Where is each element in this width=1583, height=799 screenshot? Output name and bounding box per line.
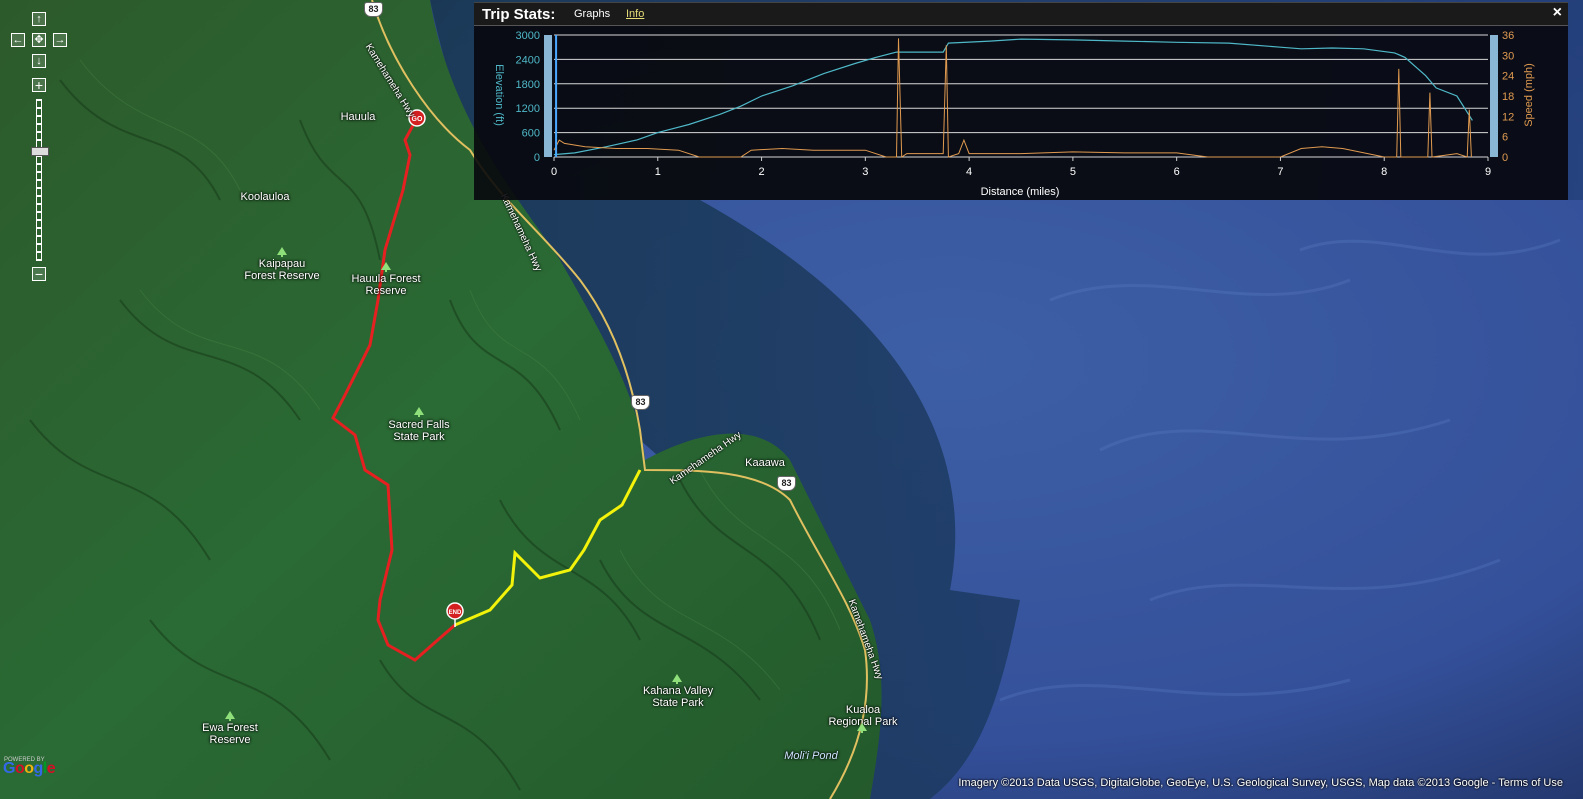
label-kahana-valley-state-park: Kahana Valley State Park — [642, 685, 714, 709]
zoom-slider-track[interactable] — [36, 99, 42, 261]
label-ewa-forest-reserve: Ewa Forest Reserve — [202, 722, 258, 746]
x-tick-label: 0 — [551, 166, 557, 178]
x-tick-label: 7 — [1277, 166, 1283, 178]
close-button[interactable]: × — [1553, 4, 1562, 22]
zoom-in-button[interactable]: + — [32, 78, 46, 92]
y-left-tick-label: 3000 — [516, 30, 540, 42]
chart-axes: 060012001800240030000612182430360 1 2 3 4 5 6 7… — [516, 30, 1515, 178]
label-koolauloa: Koolauloa — [240, 191, 290, 203]
label-kaipapau-forest-reserve: Kaipapau Forest Reserve — [244, 258, 320, 282]
chart-series — [553, 35, 1473, 158]
imagery-credit: Imagery ©2013 — [958, 777, 1034, 789]
pan-left-button[interactable]: ← — [11, 33, 25, 47]
route-83-shield: 83 — [777, 476, 796, 491]
label-hauula-forest-reserve: Hauula Forest Reserve — [351, 273, 421, 297]
trip-stats-panel: Trip Stats: Graphs Info × 0 600 1200 1800 24… — [474, 2, 1568, 200]
x-tick-label: 4 — [966, 166, 972, 178]
y-right-tick-label: 24 — [1502, 71, 1514, 83]
park-tree-icon — [672, 674, 682, 684]
tab-info[interactable]: Info — [626, 8, 644, 20]
map-attribution: Imagery ©2013 Data USGS, DigitalGlobe, G… — [958, 777, 1563, 789]
y-left-tick-label: 2400 — [516, 54, 540, 66]
elevation-series-line — [553, 38, 1473, 156]
x-tick-label: 5 — [1070, 166, 1076, 178]
elevation-speed-chart[interactable]: 060012001800240030000612182430360 1 2 3 4 5 6 7… — [474, 25, 1568, 200]
y-axis-right-label: Speed (mph) — [1523, 63, 1535, 127]
park-tree-icon — [857, 723, 867, 733]
right-axis-bar — [1490, 35, 1498, 157]
route-83-shield: 83 — [364, 2, 383, 17]
pan-up-button[interactable]: ↑ — [32, 12, 46, 26]
google-credit: Google — [1453, 777, 1489, 789]
zoom-out-button[interactable]: − — [32, 267, 46, 281]
terms-of-use-link[interactable]: Terms of Use — [1498, 777, 1563, 789]
x-tick-label: 3 — [862, 166, 868, 178]
y-right-tick-label: 0 — [1502, 152, 1508, 164]
y-right-tick-label: 36 — [1502, 30, 1514, 42]
park-tree-icon — [225, 711, 235, 721]
chart-grid — [544, 34, 1498, 158]
google-logo[interactable]: Google — [3, 760, 56, 778]
left-axis-bar — [544, 35, 552, 157]
x-tick-label: 8 — [1381, 166, 1387, 178]
x-tick-label: 9 — [1485, 166, 1491, 178]
park-tree-icon — [277, 247, 287, 257]
pan-down-button[interactable]: ↓ — [32, 54, 46, 68]
y-left-tick-label: 1800 — [516, 79, 540, 91]
label-hauula: Hauula — [340, 111, 376, 123]
label-molii-pond: Moli'i Pond — [784, 750, 838, 762]
pan-right-button[interactable]: → — [53, 33, 67, 47]
y-right-tick-label: 6 — [1502, 132, 1508, 144]
y-right-tick-label: 30 — [1502, 50, 1514, 62]
x-axis-label: Distance (miles) — [981, 186, 1060, 198]
trip-stats-header: Trip Stats: Graphs Info × — [474, 3, 1568, 26]
svg-text:END: END — [449, 610, 462, 616]
y-left-tick-label: 600 — [522, 128, 540, 140]
park-tree-icon — [414, 407, 424, 417]
speed-series-line — [553, 38, 1472, 158]
zoom-slider-thumb[interactable] — [31, 147, 49, 156]
pan-center-button[interactable]: ✥ — [32, 33, 46, 47]
y-right-tick-label: 18 — [1502, 91, 1514, 103]
y-right-tick-label: 12 — [1502, 111, 1514, 123]
data-credit: Data USGS, DigitalGlobe, GeoEye, U.S. Ge… — [1036, 777, 1451, 789]
y-left-tick-label: 1200 — [516, 103, 540, 115]
park-tree-icon — [381, 262, 391, 272]
trip-stats-title: Trip Stats: — [482, 6, 556, 23]
y-axis-left-label: Elevation (ft) — [493, 64, 505, 126]
y-left-tick-label: 0 — [534, 152, 540, 164]
label-sacred-falls-state-park: Sacred Falls State Park — [388, 419, 450, 443]
attribution-separator: - — [1491, 777, 1496, 789]
svg-text:GO: GO — [412, 116, 423, 123]
route-83-shield: 83 — [631, 395, 650, 410]
x-tick-label: 1 — [655, 166, 661, 178]
tab-graphs[interactable]: Graphs — [574, 8, 610, 20]
x-tick-label: 6 — [1174, 166, 1180, 178]
x-tick-label: 2 — [758, 166, 764, 178]
label-kaaawa: Kaaawa — [745, 457, 785, 469]
